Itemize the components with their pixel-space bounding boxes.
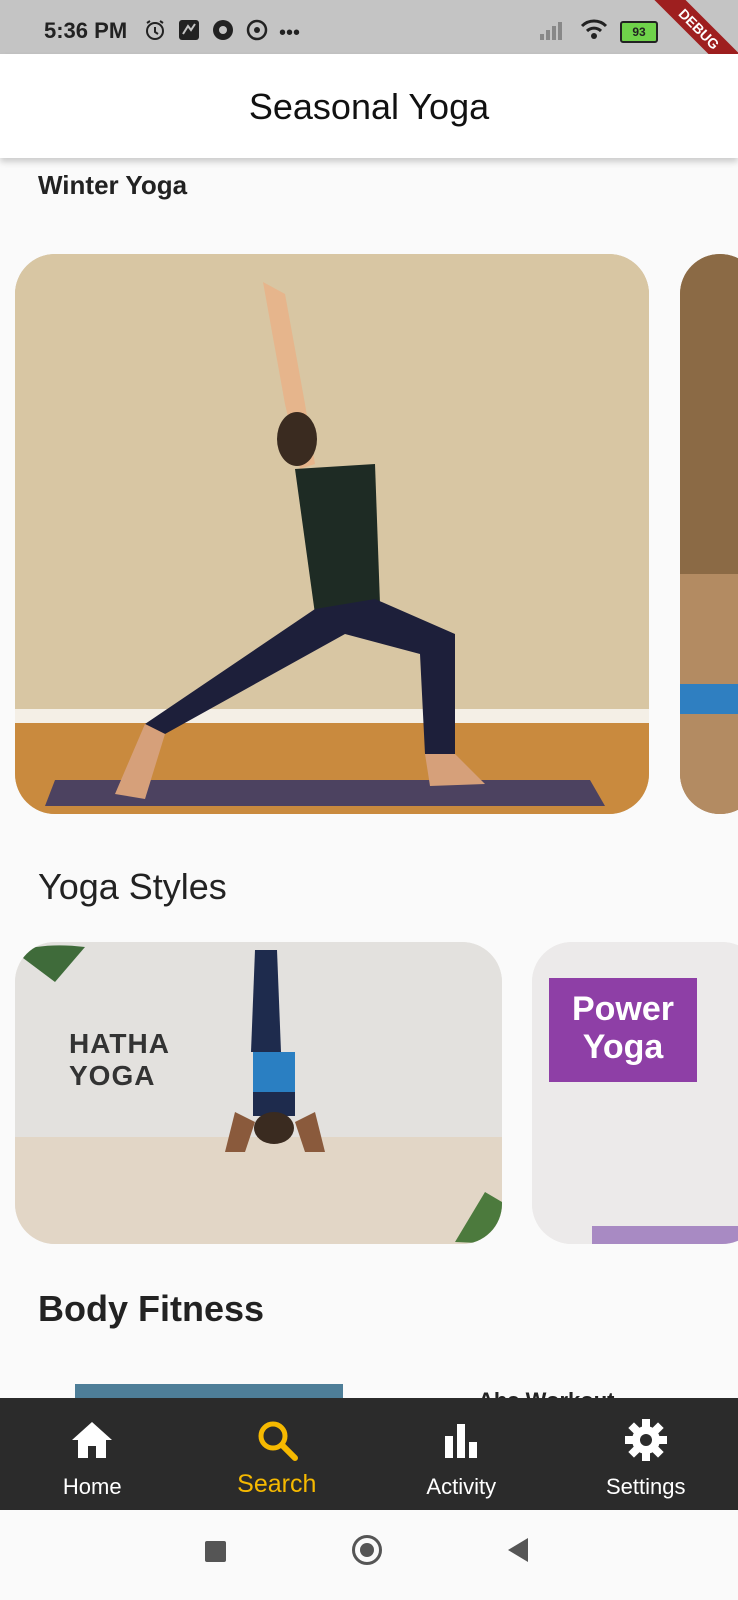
power-yoga-card-text: Power Yoga: [549, 978, 697, 1082]
nav-item-search[interactable]: Search: [185, 1398, 370, 1510]
home-icon: [72, 1422, 113, 1458]
bar-chart-icon: [445, 1424, 478, 1458]
hatha-yoga-card-text: HATHA YOGA: [69, 1028, 170, 1091]
nav-item-activity[interactable]: Activity: [369, 1398, 554, 1510]
bottom-navigation: Home Search Activity Settings: [0, 1398, 738, 1510]
section-title-yoga-styles: Yoga Styles: [38, 866, 227, 907]
app-notification-icon: [177, 18, 201, 48]
battery-icon: 93: [620, 20, 658, 43]
status-notification-icons: •••: [143, 18, 300, 48]
autumn-yoga-image: [680, 254, 738, 814]
sync-icon: [245, 18, 269, 48]
nav-item-home[interactable]: Home: [0, 1398, 185, 1510]
nav-label-search: Search: [237, 1470, 317, 1498]
chrome-icon: [211, 18, 235, 48]
back-icon[interactable]: [508, 1538, 528, 1562]
nav-label-activity: Activity: [426, 1474, 497, 1499]
winter-yoga-card[interactable]: [15, 254, 649, 814]
nav-label-settings: Settings: [606, 1474, 686, 1499]
app-bar: Seasonal Yoga: [0, 54, 738, 158]
more-notifications-icon: •••: [279, 22, 301, 44]
nav-label-home: Home: [62, 1474, 122, 1499]
hatha-yoga-image: [15, 942, 502, 1244]
system-navigation-bar: [0, 1510, 738, 1600]
wifi-icon: [580, 18, 608, 45]
status-system-icons: 93: [538, 18, 658, 45]
search-icon: [258, 1421, 298, 1461]
power-yoga-card[interactable]: Power Yoga: [532, 942, 738, 1244]
status-time: 5:36 PM: [44, 18, 128, 43]
signal-icon: [538, 18, 568, 45]
alarm-icon: [143, 18, 167, 48]
recents-icon[interactable]: [205, 1541, 226, 1562]
hatha-yoga-card[interactable]: HATHA YOGA: [15, 942, 502, 1244]
section-title-winter-yoga: Winter Yoga: [38, 170, 188, 200]
status-bar: 5:36 PM ••• 93 DEBUG: [0, 0, 738, 90]
warrior-pose-image: [15, 254, 649, 814]
home-circle-icon[interactable]: [352, 1535, 382, 1565]
winter-yoga-card-2[interactable]: [680, 254, 738, 814]
nav-item-settings[interactable]: Settings: [554, 1398, 738, 1510]
section-title-body-fitness: Body Fitness: [38, 1288, 265, 1329]
gear-icon: [624, 1419, 667, 1461]
page-title: Seasonal Yoga: [248, 86, 490, 127]
